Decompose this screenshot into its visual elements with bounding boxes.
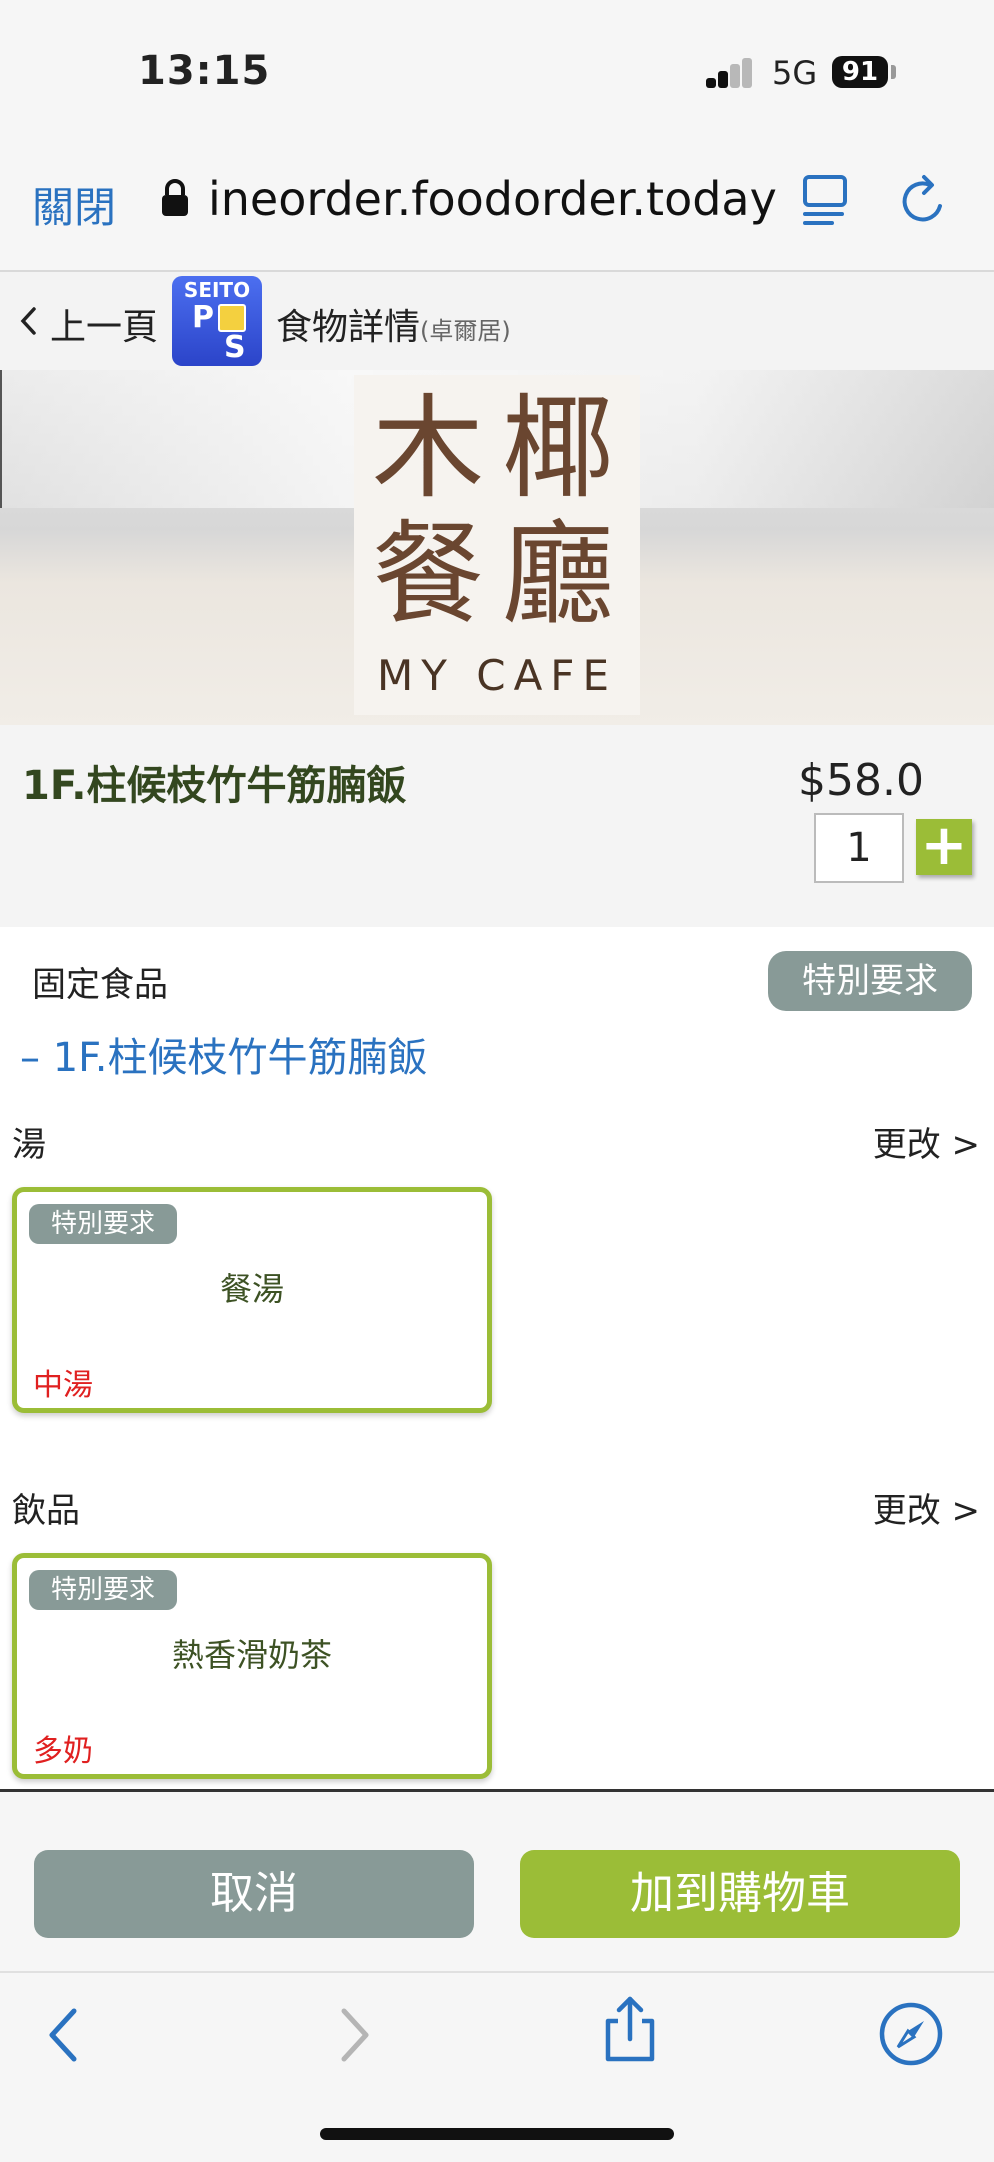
product-price: $58.0	[798, 755, 924, 806]
reload-icon[interactable]	[896, 172, 952, 228]
logo-char: 椰	[502, 384, 614, 514]
battery-tip	[891, 65, 896, 79]
restaurant-logo: 木 椰 餐 廳 MY CAFE	[354, 375, 640, 715]
page-nav: 上一頁 SEITO P S 食物詳情(卓爾居)	[0, 272, 994, 370]
lock-icon	[162, 179, 188, 216]
add-to-cart-button[interactable]: 加到購物車	[520, 1850, 960, 1938]
drink-option-card[interactable]: 特別要求 熱香滑奶茶 多奶	[12, 1553, 492, 1779]
banner-edge	[0, 370, 2, 508]
network-label: 5G	[772, 54, 818, 92]
forward-icon[interactable]	[334, 2005, 374, 2065]
options-panel: 固定食品 特別要求 – 1F.柱候枝竹牛筋腩飯 湯 更改 > 特別要求 餐湯 中…	[0, 927, 994, 1789]
fixed-items-label: 固定食品	[32, 965, 168, 1005]
fixed-item: – 1F.柱候枝竹牛筋腩飯	[20, 1035, 428, 1081]
special-request-tag[interactable]: 特別要求	[29, 1570, 178, 1610]
page-title: 食物詳情(卓爾居)	[276, 298, 511, 350]
logo-char: 餐	[372, 510, 484, 640]
quantity-input[interactable]: 1	[814, 813, 904, 883]
add-quantity-button[interactable]: +	[916, 818, 972, 875]
section-title-soup: 湯	[12, 1125, 46, 1165]
logo-letter-p: P	[192, 300, 214, 335]
restaurant-banner: 木 椰 餐 廳 MY CAFE	[0, 370, 994, 725]
product-name: 1F.柱候枝竹牛筋腩飯	[22, 763, 407, 809]
logo-square	[218, 304, 246, 332]
browser-address-bar: 關閉 ineorder.foodorder.today	[0, 140, 994, 272]
option-item-name: 熱香滑奶茶	[171, 1636, 332, 1674]
product-header: 1F.柱候枝竹牛筋腩飯 $58.0 1 +	[0, 725, 994, 927]
seito-pos-logo: SEITO P S	[172, 276, 262, 366]
page-subtitle: (卓爾居)	[420, 317, 511, 345]
page-title-text: 食物詳情	[276, 307, 421, 348]
back-label: 上一頁	[50, 307, 159, 348]
home-indicator	[320, 2128, 674, 2140]
logo-text: SEITO	[183, 278, 251, 302]
cancel-button[interactable]: 取消	[34, 1850, 474, 1938]
option-note: 中湯	[33, 1368, 93, 1403]
chevron-left-icon	[20, 307, 36, 335]
option-item-name: 餐湯	[219, 1270, 284, 1308]
logo-char: 廳	[502, 510, 614, 640]
change-drink-link[interactable]: 更改 >	[873, 1483, 980, 1532]
logo-char: 木	[372, 384, 484, 514]
reader-icon[interactable]	[802, 174, 848, 226]
special-request-button[interactable]: 特別要求	[768, 951, 972, 1011]
change-soup-link[interactable]: 更改 >	[873, 1117, 980, 1166]
status-time: 13:15	[138, 48, 271, 94]
special-request-tag[interactable]: 特別要求	[29, 1204, 178, 1244]
back-icon[interactable]	[44, 2005, 84, 2065]
status-bar: 13:15 5G 91	[0, 0, 994, 140]
signal-icon	[706, 58, 754, 88]
logo-subtitle: MY CAFE	[377, 651, 617, 700]
compass-icon[interactable]	[878, 2001, 944, 2067]
option-note: 多奶	[33, 1734, 93, 1769]
soup-option-card[interactable]: 特別要求 餐湯 中湯	[12, 1187, 492, 1413]
section-title-drink: 飲品	[12, 1491, 80, 1531]
share-icon[interactable]	[600, 1995, 660, 2065]
logo-letter-s: S	[224, 330, 246, 365]
close-button[interactable]: 關閉	[32, 174, 116, 235]
action-bar: 取消 加到購物車	[0, 1789, 994, 1974]
battery-icon: 91	[832, 56, 888, 88]
url-text[interactable]: ineorder.foodorder.today	[208, 172, 777, 226]
